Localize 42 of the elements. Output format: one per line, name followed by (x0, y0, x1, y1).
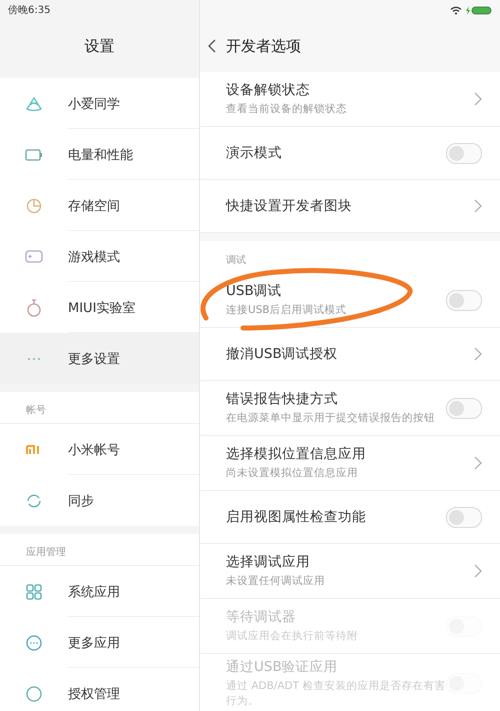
setting-title: 选择模拟位置信息应用 (226, 445, 367, 464)
setting-description: 连接USB后启用调试模式 (226, 303, 348, 318)
status-time: 傍晚6:35 (8, 4, 50, 17)
chevron-right-icon (474, 92, 482, 106)
chevron-right-icon (474, 347, 482, 361)
setting-title: 选择调试应用 (226, 553, 311, 572)
toggle-switch[interactable] (446, 142, 482, 164)
setting-title: 快捷设置开发者图块 (226, 197, 353, 215)
sidebar-item[interactable]: 更多设置 (0, 333, 199, 384)
chevron-right-icon (474, 199, 482, 213)
flask-icon (26, 298, 42, 316)
setting-description: 未设置任何调试应用 (226, 574, 326, 589)
pie-chart-icon (26, 198, 42, 214)
toggle-switch[interactable] (446, 506, 482, 528)
setting-title: USB调试 (226, 282, 283, 300)
setting-title: 演示模式 (226, 144, 283, 162)
setting-description: 查看当前设备的解锁状态 (226, 102, 348, 117)
sidebar-title: 设置 (84, 36, 114, 56)
more-circle-icon (26, 634, 42, 650)
mi-logo-icon (26, 444, 42, 454)
wifi-icon (450, 6, 462, 14)
setting-title: 通过USB验证应用 (226, 658, 339, 676)
setting-title: 撤消USB调试授权 (226, 345, 339, 363)
page-title: 开发者选项 (226, 36, 301, 56)
setting-title: 错误报告快捷方式 (226, 390, 339, 408)
setting-title: 启用视图属性检查功能 (226, 508, 367, 526)
more-dots-icon (27, 356, 41, 360)
setting-description: 在电源菜单中显示用于提交错误报告的按钮 (226, 411, 436, 426)
chevron-right-icon (474, 456, 482, 470)
setting-title: 设备解锁状态 (226, 81, 311, 100)
sync-icon (26, 492, 42, 508)
back-icon[interactable] (208, 39, 216, 53)
section-header: 调试 (225, 254, 247, 268)
battery-icon (25, 148, 43, 160)
grid-icon (26, 584, 42, 600)
gamepad-icon (25, 250, 43, 263)
battery-icon (466, 6, 492, 14)
toggle-switch[interactable] (446, 398, 482, 418)
toggle-switch[interactable] (446, 290, 482, 310)
setting-description: 尚未设置模拟位置信息应用 (226, 466, 359, 481)
setting-title: 等待调试器 (226, 608, 297, 626)
chevron-right-icon (474, 564, 482, 578)
